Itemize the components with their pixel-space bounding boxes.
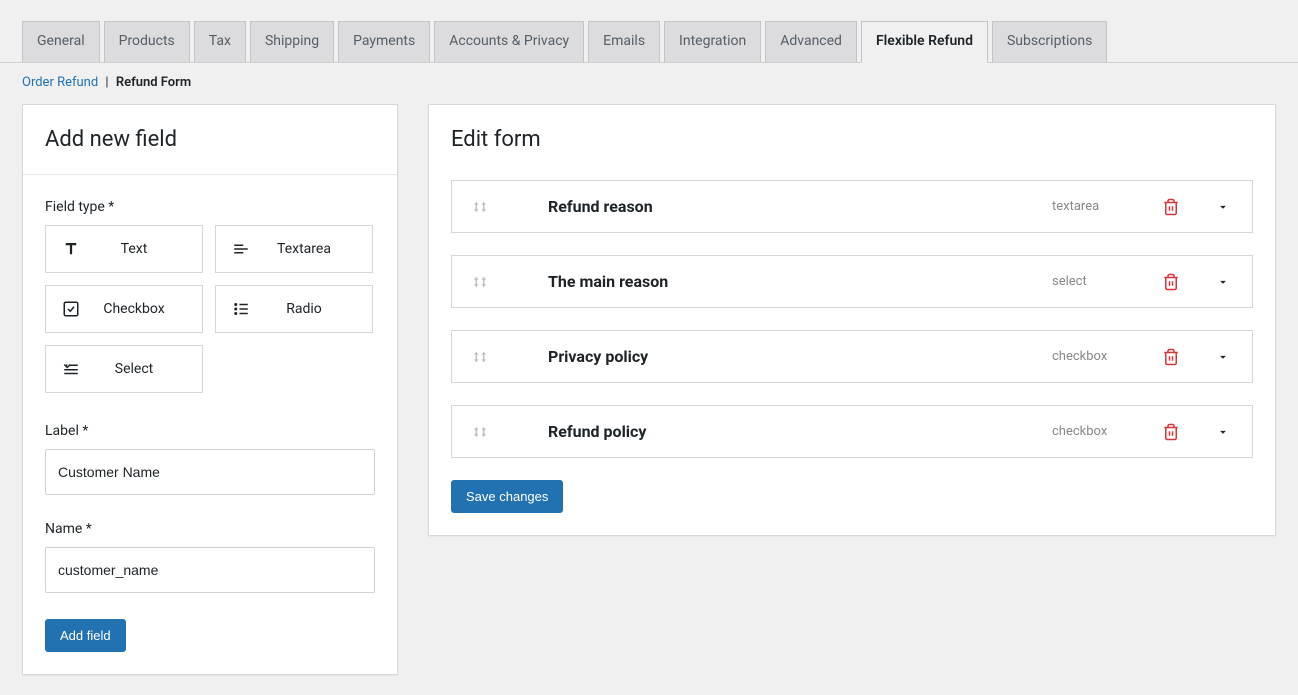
- field-type-select-label: Select: [94, 361, 202, 377]
- field-type-radio[interactable]: Radio: [215, 285, 373, 333]
- form-item-type: checkbox: [1052, 424, 1112, 439]
- field-type-checkbox-label: Checkbox: [94, 301, 202, 317]
- tab-advanced[interactable]: Advanced: [765, 21, 857, 62]
- chevron-down-icon[interactable]: [1216, 350, 1230, 364]
- chevron-down-icon[interactable]: [1216, 200, 1230, 214]
- text-icon: [60, 238, 82, 260]
- select-icon: [60, 358, 82, 380]
- name-field-label: Name *: [45, 521, 375, 537]
- trash-icon[interactable]: [1162, 198, 1180, 216]
- breadcrumb-separator: |: [105, 75, 111, 90]
- form-item-type: checkbox: [1052, 349, 1112, 364]
- main-content: Add new field Field type * Text Textarea: [0, 104, 1298, 675]
- form-item-title: The main reason: [508, 272, 1034, 291]
- edit-form-panel: Edit form Refund reason textarea: [428, 104, 1276, 536]
- form-item-title: Privacy policy: [508, 347, 1034, 366]
- form-item[interactable]: Refund policy checkbox: [451, 405, 1253, 458]
- add-field-button[interactable]: Add field: [45, 619, 126, 652]
- field-type-textarea-label: Textarea: [264, 241, 372, 257]
- field-type-radio-label: Radio: [264, 301, 372, 317]
- field-type-select[interactable]: Select: [45, 345, 203, 393]
- field-type-checkbox[interactable]: Checkbox: [45, 285, 203, 333]
- radio-icon: [230, 298, 252, 320]
- field-type-textarea[interactable]: Textarea: [215, 225, 373, 273]
- tab-tax[interactable]: Tax: [194, 21, 246, 62]
- checkbox-icon: [60, 298, 82, 320]
- tab-general[interactable]: General: [22, 21, 100, 62]
- form-item-list: Refund reason textarea The main reason s…: [451, 180, 1253, 458]
- form-item-type: select: [1052, 274, 1112, 289]
- form-item[interactable]: Privacy policy checkbox: [451, 330, 1253, 383]
- name-input[interactable]: [45, 547, 375, 593]
- tab-flexible-refund[interactable]: Flexible Refund: [861, 21, 988, 63]
- label-input[interactable]: [45, 449, 375, 495]
- tab-integration[interactable]: Integration: [664, 21, 761, 62]
- form-item[interactable]: Refund reason textarea: [451, 180, 1253, 233]
- settings-tabs: General Products Tax Shipping Payments A…: [0, 0, 1298, 63]
- chevron-down-icon[interactable]: [1216, 425, 1230, 439]
- textarea-icon: [230, 238, 252, 260]
- tab-products[interactable]: Products: [104, 21, 190, 62]
- drag-handle-icon[interactable]: [470, 423, 490, 441]
- field-type-text[interactable]: Text: [45, 225, 203, 273]
- form-item-type: textarea: [1052, 199, 1112, 214]
- trash-icon[interactable]: [1162, 348, 1180, 366]
- drag-handle-icon[interactable]: [470, 198, 490, 216]
- field-type-label: Field type *: [45, 199, 375, 215]
- tab-accounts-privacy[interactable]: Accounts & Privacy: [434, 21, 584, 62]
- trash-icon[interactable]: [1162, 273, 1180, 291]
- drag-handle-icon[interactable]: [470, 273, 490, 291]
- trash-icon[interactable]: [1162, 423, 1180, 441]
- tab-shipping[interactable]: Shipping: [250, 21, 334, 62]
- edit-panel-title: Edit form: [429, 105, 1275, 174]
- tab-emails[interactable]: Emails: [588, 21, 660, 62]
- breadcrumb-link[interactable]: Order Refund: [22, 75, 98, 90]
- drag-handle-icon[interactable]: [470, 348, 490, 366]
- add-new-field-panel: Add new field Field type * Text Textarea: [22, 104, 398, 675]
- field-type-text-label: Text: [94, 241, 202, 257]
- add-panel-title: Add new field: [23, 105, 397, 175]
- form-item-title: Refund policy: [508, 422, 1034, 441]
- tab-payments[interactable]: Payments: [338, 21, 430, 62]
- label-field-label: Label *: [45, 423, 375, 439]
- form-item-title: Refund reason: [508, 197, 1034, 216]
- save-changes-button[interactable]: Save changes: [451, 480, 563, 513]
- chevron-down-icon[interactable]: [1216, 275, 1230, 289]
- field-type-options: Text Textarea Checkbox: [45, 225, 375, 393]
- breadcrumb: Order Refund | Refund Form: [0, 63, 1298, 104]
- form-item[interactable]: The main reason select: [451, 255, 1253, 308]
- tab-subscriptions[interactable]: Subscriptions: [992, 21, 1107, 62]
- breadcrumb-current: Refund Form: [116, 75, 191, 90]
